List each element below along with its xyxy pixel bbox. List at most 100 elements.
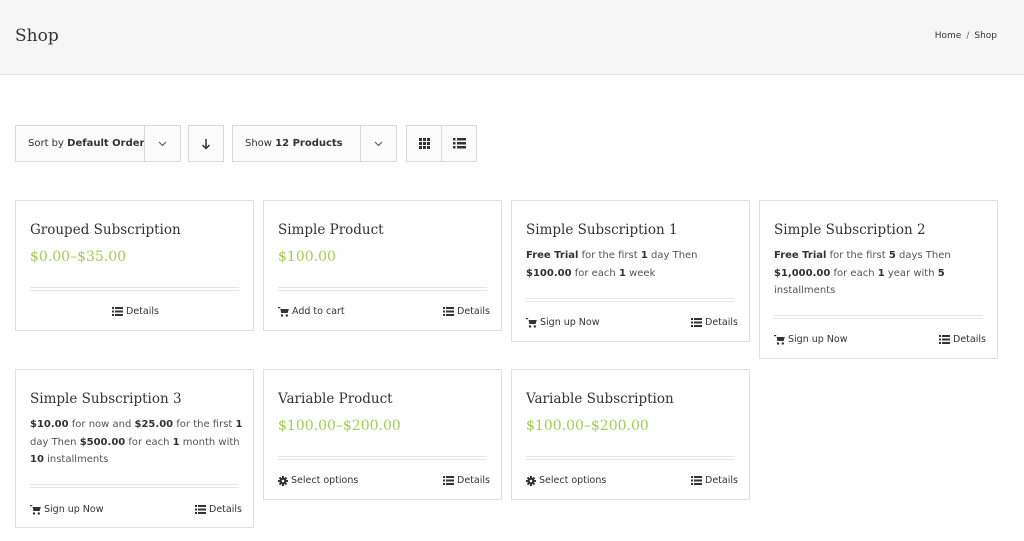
sort-direction-button[interactable] (188, 125, 224, 162)
terms-part: for each (830, 267, 878, 279)
grid-view-button[interactable] (406, 125, 442, 162)
details-label: Details (705, 475, 738, 486)
terms-part: $500.00 (79, 436, 126, 448)
product-card-variable-subscription: Variable Subscription $100.00–$200.00 Se… (511, 369, 750, 500)
details-button[interactable]: Details (939, 334, 986, 345)
product-card-variable-product: Variable Product $100.00–$200.00 Select … (263, 369, 502, 500)
per-page-text: Show 12 Products (233, 138, 343, 149)
product-card-grouped-subscription: Grouped Subscription $0.00–$35.00 Detail… (15, 200, 254, 331)
sort-by-value: Default Order (67, 138, 145, 149)
sort-by-text: Sort by Default Order (16, 138, 144, 149)
product-price: $100.00–$200.00 (526, 418, 649, 434)
product-title[interactable]: Simple Subscription 3 (30, 391, 182, 407)
divider (278, 456, 487, 460)
cart-icon (526, 317, 537, 328)
page-title: Shop (15, 26, 59, 46)
terms-part: 1 (877, 267, 885, 279)
terms-part: 5 (937, 267, 945, 279)
details-label: Details (457, 475, 490, 486)
per-page-value: 12 Products (275, 138, 343, 149)
list-icon (443, 476, 454, 485)
sort-by-dropdown[interactable]: Sort by Default Order (15, 125, 181, 162)
terms-part: for the first (173, 419, 236, 430)
details-button[interactable]: Details (443, 475, 490, 486)
terms-part: 1 (618, 267, 626, 279)
list-icon (691, 476, 702, 485)
add-to-cart-button[interactable]: Add to cart (278, 306, 345, 317)
product-title[interactable]: Simple Subscription 1 (526, 222, 678, 238)
list-view-button[interactable] (441, 125, 477, 162)
list-icon (443, 307, 454, 316)
terms-part: 1 (172, 436, 180, 448)
terms-part: 1 (235, 419, 243, 430)
details-label: Details (126, 306, 159, 317)
select-options-button[interactable]: Select options (526, 475, 606, 486)
sign-up-label: Sign up Now (788, 334, 848, 345)
terms-part: 10 (30, 454, 44, 465)
cart-icon (30, 504, 41, 515)
product-card-simple-subscription-3: Simple Subscription 3 $10.00 for now and… (15, 369, 254, 528)
divider (30, 484, 239, 488)
details-label: Details (705, 317, 738, 328)
list-icon (112, 307, 123, 316)
details-button[interactable]: Details (443, 306, 490, 317)
list-icon (691, 318, 702, 327)
product-price: $100.00–$200.00 (278, 418, 401, 434)
terms-part: for now and (68, 419, 135, 430)
product-title[interactable]: Variable Subscription (526, 391, 674, 407)
terms-part: $100.00 (526, 267, 572, 279)
sign-up-button[interactable]: Sign up Now (774, 334, 848, 345)
details-button[interactable]: Details (112, 306, 159, 317)
terms-part: for the first (578, 250, 641, 261)
details-button[interactable]: Details (691, 317, 738, 328)
page-header: Shop Home / Shop (0, 0, 1024, 75)
subscription-terms: Free Trial for the first 5 days Then $1,… (774, 247, 989, 300)
product-title[interactable]: Simple Product (278, 222, 384, 238)
add-to-cart-label: Add to cart (292, 306, 345, 317)
select-options-button[interactable]: Select options (278, 475, 358, 486)
terms-part: 5 (888, 250, 896, 261)
cart-icon (278, 306, 289, 317)
terms-part: Free Trial (526, 250, 579, 261)
per-page-prefix: Show (245, 138, 272, 149)
terms-part: $25.00 (134, 419, 174, 430)
product-card-simple-subscription-2: Simple Subscription 2 Free Trial for the… (759, 200, 998, 359)
breadcrumb-home-link[interactable]: Home (935, 31, 962, 41)
details-label: Details (953, 334, 986, 345)
list-view-icon (452, 138, 466, 149)
terms-part: installments (774, 285, 836, 296)
terms-part: week (625, 267, 656, 279)
product-title[interactable]: Simple Subscription 2 (774, 222, 926, 238)
terms-part: day Then (647, 250, 698, 261)
sign-up-button[interactable]: Sign up Now (526, 317, 600, 328)
product-title[interactable]: Variable Product (278, 391, 393, 407)
grid-view-icon (418, 138, 430, 149)
terms-part: $10.00 (30, 419, 69, 430)
terms-part: 1 (640, 250, 648, 261)
terms-part: for each (571, 267, 619, 279)
chevron-down-icon[interactable] (360, 126, 396, 161)
details-button[interactable]: Details (195, 504, 242, 515)
list-icon (195, 505, 206, 514)
divider (526, 298, 735, 302)
arrow-down-icon (201, 138, 211, 150)
terms-part: for the first (826, 250, 889, 261)
chevron-down-icon[interactable] (144, 126, 180, 161)
sign-up-button[interactable]: Sign up Now (30, 504, 104, 515)
products-per-page-dropdown[interactable]: Show 12 Products (232, 125, 397, 162)
divider (774, 315, 983, 319)
terms-part: for each (125, 436, 173, 448)
product-card-simple-product: Simple Product $100.00 Add to cart Detai… (263, 200, 502, 331)
terms-part: Free Trial (774, 250, 827, 261)
product-title[interactable]: Grouped Subscription (30, 222, 181, 238)
gear-icon (278, 475, 288, 486)
details-button[interactable]: Details (691, 475, 738, 486)
gear-icon (526, 475, 536, 486)
divider (278, 287, 487, 291)
breadcrumb-current: Shop (974, 31, 997, 41)
details-label: Details (457, 306, 490, 317)
terms-part: installments (43, 454, 109, 465)
subscription-terms: $10.00 for now and $25.00 for the first … (30, 416, 245, 469)
divider (30, 287, 239, 291)
product-card-simple-subscription-1: Simple Subscription 1 Free Trial for the… (511, 200, 750, 342)
